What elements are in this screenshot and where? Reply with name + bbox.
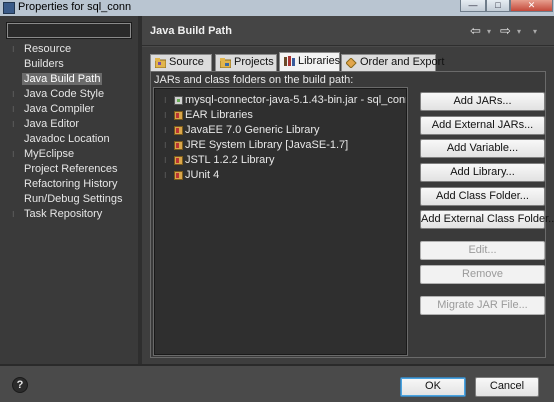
preference-tree: ⁝ Resource Builders Java Build Path ⁝ Java… bbox=[0, 42, 138, 222]
expand-icon[interactable]: ⁝ bbox=[12, 207, 20, 222]
add-external-class-folder-button[interactable]: Add External Class Folder... bbox=[420, 210, 554, 229]
expand-icon[interactable]: ⁝ bbox=[12, 117, 20, 132]
expand-icon[interactable]: ⁝ bbox=[12, 147, 20, 162]
tree-item-resource[interactable]: ⁝ Resource bbox=[0, 42, 138, 57]
tree-item-run-debug-settings[interactable]: Run/Debug Settings bbox=[0, 192, 138, 207]
preference-tree-pane: ⁝ Resource Builders Java Build Path ⁝ Java… bbox=[0, 16, 138, 364]
tab-libraries[interactable]: Libraries bbox=[279, 52, 340, 71]
tab-projects[interactable]: Projects bbox=[215, 54, 277, 71]
dialog-footer: ? OK Cancel bbox=[0, 366, 554, 402]
add-library-button[interactable]: Add Library... bbox=[420, 163, 545, 182]
expand-icon[interactable]: ⁝ bbox=[164, 93, 167, 108]
chevron-down-icon[interactable]: ▾ bbox=[517, 27, 521, 36]
expand-icon[interactable]: ⁝ bbox=[164, 168, 167, 183]
page-title: Java Build Path bbox=[150, 25, 232, 37]
tree-item-java-build-path[interactable]: Java Build Path bbox=[0, 72, 138, 87]
tree-item-myeclipse[interactable]: ⁝ MyEclipse bbox=[0, 147, 138, 162]
expand-icon[interactable]: ⁝ bbox=[12, 42, 20, 57]
tree-item-java-compiler[interactable]: ⁝ Java Compiler bbox=[0, 102, 138, 117]
add-jars-button[interactable]: Add JARs... bbox=[420, 92, 545, 111]
maximize-button[interactable]: □ bbox=[486, 0, 510, 12]
library-icon bbox=[174, 171, 183, 180]
chevron-down-icon[interactable]: ▾ bbox=[487, 27, 491, 36]
view-menu-icon[interactable]: ▾ bbox=[533, 27, 537, 36]
library-icon bbox=[174, 156, 183, 165]
tree-item-javadoc-location[interactable]: Javadoc Location bbox=[0, 132, 138, 147]
minimize-button[interactable]: — bbox=[460, 0, 486, 12]
library-icon bbox=[174, 141, 183, 150]
order-export-icon bbox=[346, 58, 357, 68]
page-header: Java Build Path ⇦ ▾ ⇨ ▾ ▾ bbox=[142, 16, 554, 46]
expand-icon[interactable]: ⁝ bbox=[164, 153, 167, 168]
add-external-jars-button[interactable]: Add External JARs... bbox=[420, 116, 545, 135]
expand-icon[interactable]: ⁝ bbox=[12, 87, 20, 102]
window-titlebar: Properties for sql_conn — □ ✕ bbox=[0, 0, 554, 16]
migrate-jar-button[interactable]: Migrate JAR File... bbox=[420, 296, 545, 315]
projects-icon bbox=[220, 58, 231, 68]
jar-icon bbox=[174, 96, 183, 105]
add-variable-button[interactable]: Add Variable... bbox=[420, 139, 545, 158]
tree-item-task-repository[interactable]: ⁝ Task Repository bbox=[0, 207, 138, 222]
library-icon bbox=[174, 111, 183, 120]
list-item[interactable]: ⁝ JSTL 1.2.2 Library bbox=[155, 153, 274, 168]
expand-icon[interactable]: ⁝ bbox=[12, 102, 20, 117]
tree-item-project-references[interactable]: Project References bbox=[0, 162, 138, 177]
expand-icon[interactable]: ⁝ bbox=[164, 108, 167, 123]
list-item[interactable]: ⁝ JavaEE 7.0 Generic Library bbox=[155, 123, 320, 138]
add-class-folder-button[interactable]: Add Class Folder... bbox=[420, 187, 545, 206]
tree-item-refactoring-history[interactable]: Refactoring History bbox=[0, 177, 138, 192]
build-path-page: Source Projects Libraries Order and Expo… bbox=[142, 47, 554, 364]
remove-button[interactable]: Remove bbox=[420, 265, 545, 284]
tree-item-builders[interactable]: Builders bbox=[0, 57, 138, 72]
tab-order-and-export[interactable]: Order and Export bbox=[341, 54, 444, 71]
close-button[interactable]: ✕ bbox=[510, 0, 553, 12]
help-icon[interactable]: ? bbox=[12, 377, 28, 393]
expand-icon[interactable]: ⁝ bbox=[164, 123, 167, 138]
cancel-button[interactable]: Cancel bbox=[475, 377, 539, 397]
ok-button[interactable]: OK bbox=[400, 377, 466, 397]
app-icon bbox=[3, 2, 15, 14]
libraries-panel: JARs and class folders on the build path… bbox=[150, 71, 554, 358]
edit-button[interactable]: Edit... bbox=[420, 241, 545, 260]
expand-icon[interactable]: ⁝ bbox=[164, 138, 167, 153]
tree-item-java-editor[interactable]: ⁝ Java Editor bbox=[0, 117, 138, 132]
libraries-icon bbox=[284, 56, 295, 66]
list-item[interactable]: ⁝ mysql-connector-java-5.1.43-bin.jar - … bbox=[155, 93, 406, 108]
libraries-caption: JARs and class folders on the build path… bbox=[154, 74, 354, 86]
library-icon bbox=[174, 126, 183, 135]
forward-arrow-icon[interactable]: ⇨ bbox=[500, 23, 511, 39]
filter-input[interactable] bbox=[6, 22, 132, 39]
tree-item-java-code-style[interactable]: ⁝ Java Code Style bbox=[0, 87, 138, 102]
source-folder-icon bbox=[155, 58, 166, 68]
list-item[interactable]: ⁝ JRE System Library [JavaSE-1.7] bbox=[155, 138, 348, 153]
back-arrow-icon[interactable]: ⇦ bbox=[470, 23, 481, 39]
list-item[interactable]: ⁝ EAR Libraries bbox=[155, 108, 253, 123]
tab-source[interactable]: Source bbox=[150, 54, 212, 71]
library-list[interactable]: ⁝ mysql-connector-java-5.1.43-bin.jar - … bbox=[153, 87, 408, 356]
window-title: Properties for sql_conn bbox=[18, 1, 132, 13]
list-item[interactable]: ⁝ JUnit 4 bbox=[155, 168, 219, 183]
